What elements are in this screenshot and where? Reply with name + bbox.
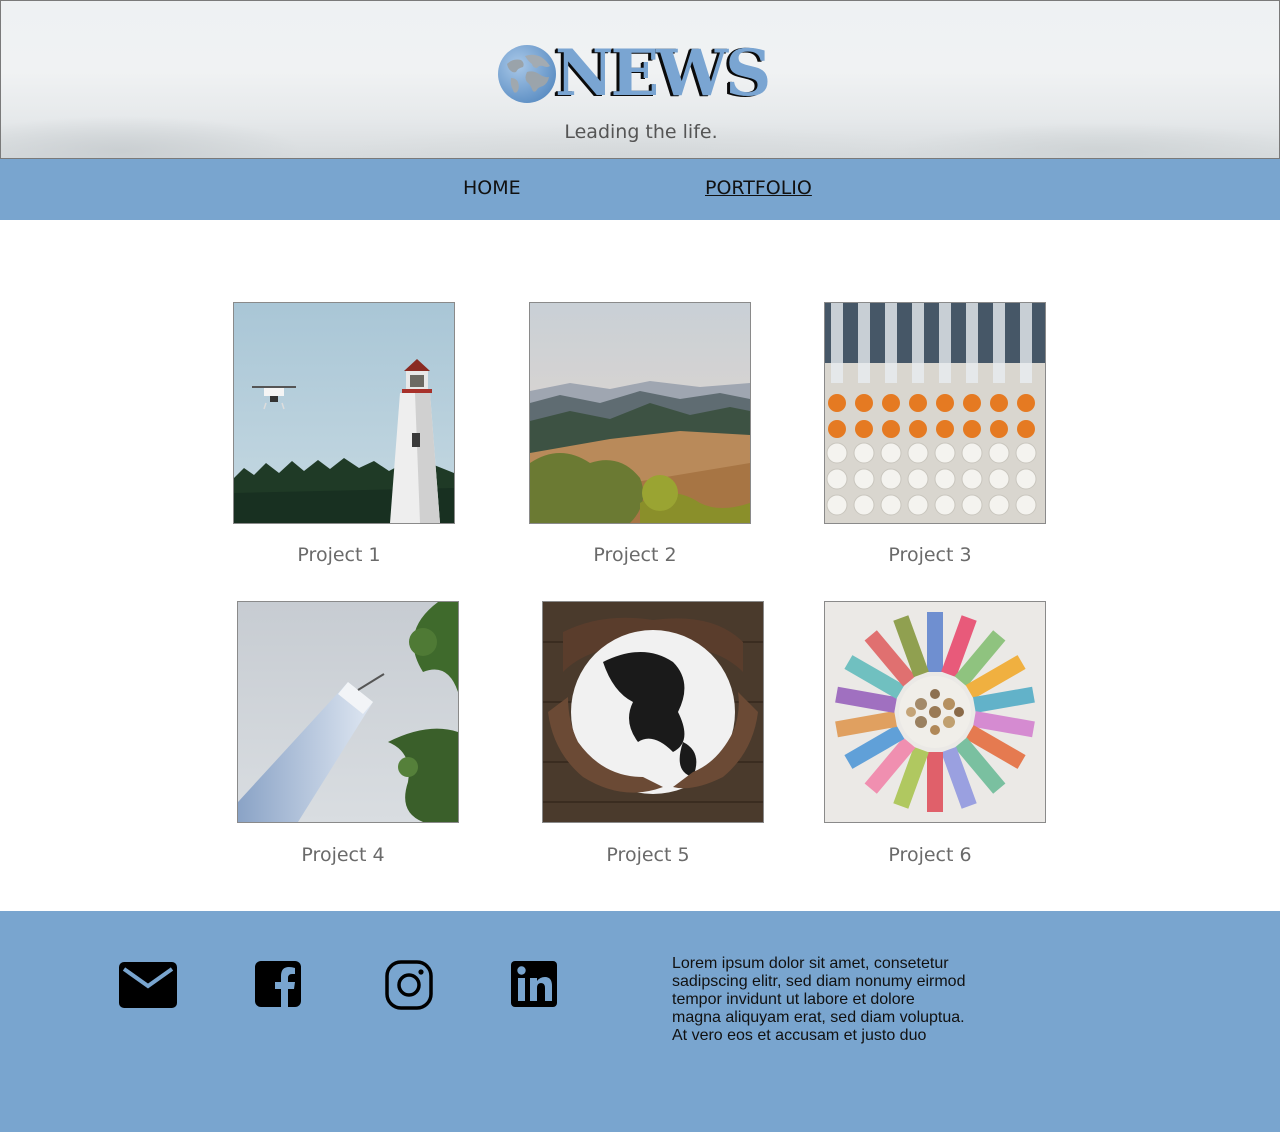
facebook-icon: [255, 961, 301, 1007]
globe-icon: [498, 45, 556, 103]
mountain-valley-landscape-photo: [530, 303, 750, 523]
project-card[interactable]: [542, 601, 764, 823]
instagram-icon: [385, 960, 433, 1010]
main-nav: HOME PORTFOLIO: [0, 159, 1280, 220]
project-5-caption[interactable]: Project 5: [537, 844, 759, 866]
project-4-caption[interactable]: Project 4: [232, 844, 454, 866]
logo-text: NEWS: [555, 36, 771, 111]
site-header: NEWS Leading the life.: [0, 0, 1280, 159]
nav-portfolio-link[interactable]: PORTFOLIO: [705, 177, 812, 199]
footer-text-line: tempor invidunt ut labore et dolore: [672, 991, 915, 1008]
footer-text: Lorem ipsum dolor sit amet, consetetur s…: [672, 955, 982, 1045]
nav-home-link[interactable]: HOME: [463, 177, 521, 199]
project-4-image[interactable]: [237, 601, 459, 823]
project-3-image[interactable]: [824, 302, 1046, 524]
tagline: Leading the life.: [564, 121, 718, 143]
project-2-image[interactable]: [529, 302, 751, 524]
hands-holding-globe-photo: [543, 602, 763, 822]
news-logo[interactable]: NEWS: [497, 36, 771, 111]
footer-text-line: At vero eos et accusam et justo duo: [672, 1027, 927, 1044]
project-6-caption[interactable]: Project 6: [819, 844, 1041, 866]
lab-pipettes-well-plate-photo: [825, 303, 1045, 523]
project-card[interactable]: [824, 302, 1046, 524]
linkedin-icon: [511, 961, 557, 1007]
project-1-caption[interactable]: Project 1: [228, 544, 450, 566]
lighthouse-with-drone-photo: [234, 303, 454, 523]
footer-text-line: Lorem ipsum dolor sit amet, consetetur: [672, 955, 949, 972]
project-card[interactable]: [824, 601, 1046, 823]
world-banknotes-and-coins-photo: [825, 602, 1045, 822]
footer-text-line: magna aliquyam erat, sed diam voluptua.: [672, 1009, 965, 1026]
project-6-image[interactable]: [824, 601, 1046, 823]
facebook-link[interactable]: [254, 959, 302, 1009]
footer-text-line: sadipscing elitr, sed diam nonumy eirmod: [672, 973, 966, 990]
project-card[interactable]: [237, 601, 459, 823]
project-3-caption[interactable]: Project 3: [819, 544, 1041, 566]
instagram-link[interactable]: [384, 959, 434, 1011]
project-card[interactable]: [529, 302, 751, 524]
mail-icon: [119, 962, 177, 1008]
project-1-image[interactable]: [233, 302, 455, 524]
site-footer: Lorem ipsum dolor sit amet, consetetur s…: [0, 911, 1280, 1132]
mail-link[interactable]: [118, 959, 178, 1009]
linkedin-link[interactable]: [510, 959, 558, 1009]
project-2-caption[interactable]: Project 2: [524, 544, 746, 566]
skyscraper-with-leaves-photo: [238, 602, 458, 822]
project-5-image[interactable]: [542, 601, 764, 823]
project-card[interactable]: [233, 302, 455, 524]
